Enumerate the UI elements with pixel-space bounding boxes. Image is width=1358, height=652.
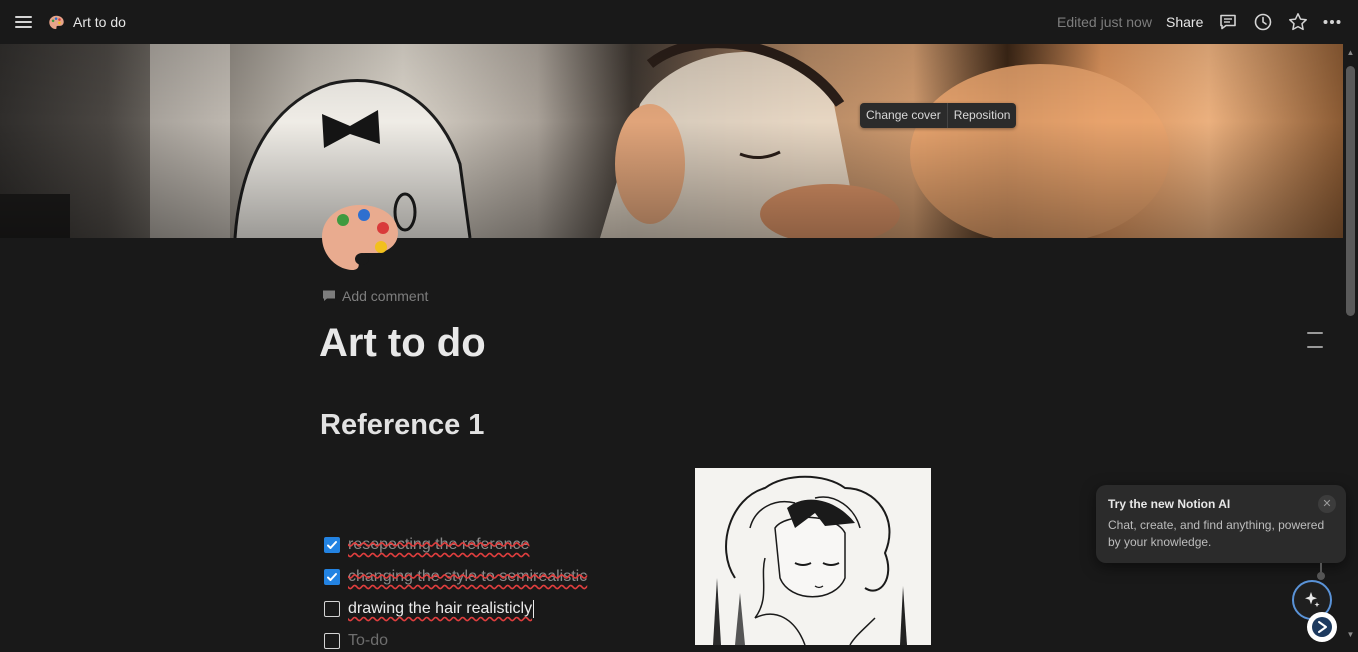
reference-artwork (695, 468, 931, 645)
palette-icon (49, 15, 64, 29)
cover-image: Change cover Reposition (0, 44, 1343, 238)
top-bar: Art to do Edited just now Share (0, 0, 1358, 44)
notion-ai-popup: Try the new Notion AI Chat, create, and … (1096, 485, 1346, 563)
checkmark-icon (327, 541, 337, 549)
comments-icon[interactable] (1218, 12, 1238, 32)
scroll-up-icon[interactable]: ▲ (1346, 48, 1355, 57)
cover-shade (0, 44, 1343, 238)
checkbox-checked[interactable] (324, 537, 340, 553)
todo-text-wrapper[interactable]: drawing the hair realisticly (348, 599, 535, 618)
history-icon[interactable] (1253, 12, 1273, 32)
breadcrumb-title: Art to do (73, 14, 126, 30)
close-icon[interactable]: ✕ (1318, 495, 1336, 513)
ai-popup-title: Try the new Notion AI (1108, 497, 1231, 511)
more-icon[interactable] (1322, 12, 1342, 32)
reposition-button[interactable]: Reposition (946, 103, 1017, 128)
assistant-icon[interactable] (1307, 612, 1337, 642)
breadcrumb-page[interactable]: Art to do (48, 12, 126, 32)
change-cover-button[interactable]: Change cover (860, 103, 947, 128)
todo-item[interactable]: To-do (324, 630, 388, 652)
todo-placeholder[interactable]: To-do (348, 632, 388, 650)
edited-status: Edited just now (1057, 14, 1152, 30)
scroll-down-icon[interactable]: ▼ (1346, 630, 1355, 639)
todo-text[interactable]: drawing the hair realisticly (348, 600, 532, 617)
ai-popup-pointer-dot (1317, 572, 1325, 580)
page-title[interactable]: Art to do (319, 318, 486, 368)
todo-item[interactable]: drawing the hair realisticly (324, 598, 535, 620)
checkmark-icon (327, 573, 337, 581)
checkbox-unchecked[interactable] (324, 633, 340, 649)
todo-text[interactable]: resepecting the reference (348, 536, 529, 554)
text-caret (533, 599, 535, 618)
reference-image[interactable] (695, 468, 931, 645)
todo-text[interactable]: changing the style to semirealistic (348, 568, 587, 586)
add-comment-button[interactable]: Add comment (322, 287, 428, 305)
todo-item[interactable]: resepecting the reference (324, 534, 529, 556)
cover-controls: Change cover Reposition (860, 103, 1017, 128)
share-button[interactable]: Share (1166, 14, 1203, 30)
menu-icon[interactable] (14, 12, 34, 32)
add-comment-label: Add comment (342, 288, 429, 304)
checkbox-checked[interactable] (324, 569, 340, 585)
palette-icon[interactable] (318, 201, 402, 273)
todo-item[interactable]: changing the style to semirealistic (324, 566, 587, 588)
checkbox-unchecked[interactable] (324, 601, 340, 617)
table-of-contents-icon[interactable] (1305, 331, 1325, 351)
comment-icon (323, 290, 335, 301)
sparkle-icon (1305, 592, 1320, 608)
section-heading[interactable]: Reference 1 (320, 406, 484, 444)
scroll-thumb[interactable] (1346, 66, 1355, 316)
ai-popup-body: Chat, create, and find anything, powered… (1108, 518, 1325, 549)
favorite-star-icon[interactable] (1288, 12, 1308, 32)
assistant-logo-icon (1312, 617, 1332, 637)
